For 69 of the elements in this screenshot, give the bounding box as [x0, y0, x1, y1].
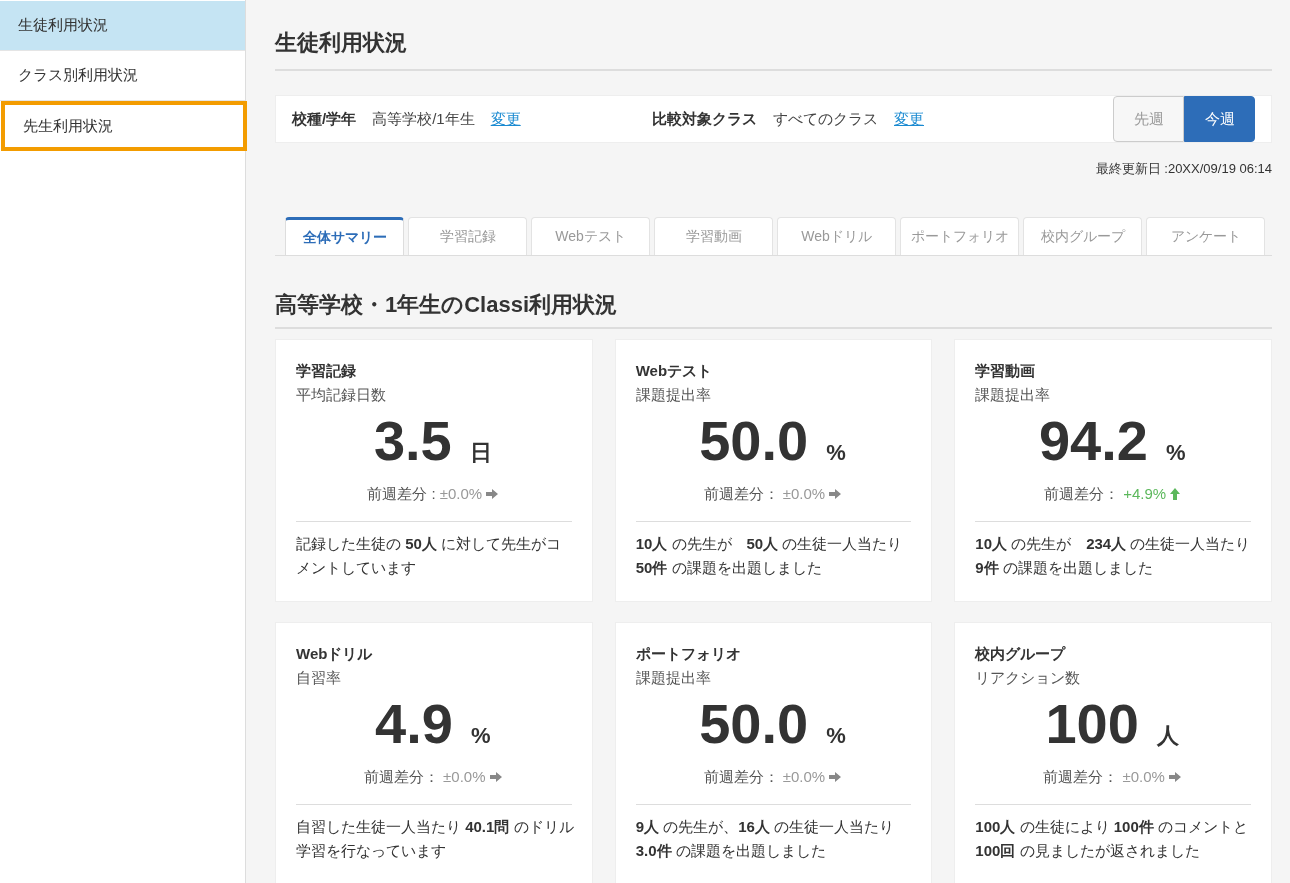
change-link[interactable]: 変更 — [894, 107, 924, 131]
tab[interactable]: Webドリル — [777, 216, 896, 255]
card-description: 10人 の先生が 50人 の生徒一人当たり 50件 の課題を出題しました — [635, 534, 904, 578]
metric-label: リアクション数 — [975, 668, 1082, 688]
right-arrow-icon — [489, 771, 502, 782]
card-description: 9人 の先生が、16人 の生徒一人当たり 3.0件 の課題を出題しました — [635, 817, 896, 861]
week-toggle-button[interactable]: 先週 — [1113, 96, 1184, 142]
diff-label: 前週差分： — [364, 766, 440, 787]
metric-value: 94.2 — [1038, 408, 1148, 473]
metric-value: 50.0 — [699, 691, 809, 756]
metric-unit: % — [826, 721, 846, 750]
diff-label: 前週差分： — [1043, 766, 1119, 787]
sidebar-item[interactable]: 先生利用状況 — [1, 101, 247, 151]
tab[interactable]: 学習記録 — [408, 216, 527, 255]
card-title: 校内グループ — [975, 643, 1067, 664]
tab[interactable]: ポートフォリオ — [900, 216, 1019, 255]
tab[interactable]: 学習動画 — [654, 216, 773, 255]
last-updated: 最終更新日 :20XX/09/19 06:14 — [1095, 160, 1272, 178]
card-description: 10人 の先生が 234人 の生徒一人当たり 9件 の課題を出題しました — [975, 534, 1252, 578]
diff-label: 前週差分 : — [367, 483, 436, 504]
metric-unit: 人 — [1156, 721, 1179, 750]
metric-value: 4.9 — [375, 691, 453, 756]
metric-unit: % — [826, 438, 846, 467]
card-title: 学習動画 — [975, 360, 1037, 381]
metric-unit: % — [470, 721, 491, 750]
tab[interactable]: アンケート — [1146, 216, 1265, 255]
filter-value: すべてのクラス — [773, 108, 878, 129]
tab[interactable]: Webテスト — [531, 216, 650, 255]
card-description: 自習した生徒一人当たり 40.1問 のドリル学習を行なっています — [296, 817, 575, 861]
week-toggle-button[interactable]: 今週 — [1184, 96, 1255, 142]
card-title: ポートフォリオ — [635, 643, 742, 664]
metric-label: 課題提出率 — [975, 385, 1052, 405]
diff-value: ±0.0% — [782, 483, 826, 504]
metric-label: 自習率 — [296, 668, 342, 688]
diff-value: ±0.0% — [1122, 766, 1165, 787]
right-arrow-icon — [486, 488, 499, 499]
right-arrow-icon — [829, 488, 842, 499]
diff-label: 前週差分： — [703, 766, 779, 787]
up-arrow-icon — [1170, 487, 1181, 500]
page-title: 生徒利用状況 — [275, 0, 1272, 71]
card-title: Webドリル — [296, 643, 374, 664]
diff-label: 前週差分： — [1044, 483, 1120, 504]
filter-label: 比較対象クラス — [652, 108, 757, 129]
card-description: 100人 の生徒により 100件 のコメントと 100回 の見ましたが返されました — [975, 817, 1249, 861]
filter-value: 高等学校/1年生 — [372, 108, 475, 129]
metric-value: 100 — [1045, 691, 1139, 756]
section-title: 高等学校・1年生のClassi利用状況 — [275, 287, 1272, 329]
card-title: 学習記録 — [296, 360, 357, 381]
diff-label: 前週差分： — [703, 483, 779, 504]
sidebar-item[interactable]: 生徒利用状況 — [0, 1, 245, 51]
metric-label: 課題提出率 — [635, 385, 712, 405]
tab[interactable]: 校内グループ — [1023, 216, 1142, 255]
filter-label: 校種/学年 — [292, 108, 357, 129]
tab[interactable]: 全体サマリー — [285, 216, 404, 255]
metric-unit: 日 — [469, 438, 492, 467]
right-arrow-icon — [829, 771, 842, 782]
diff-value: ±0.0% — [782, 766, 826, 787]
card-title: Webテスト — [635, 360, 714, 381]
change-link[interactable]: 変更 — [490, 107, 521, 131]
diff-value: +4.9% — [1123, 483, 1167, 504]
metric-label: 平均記録日数 — [296, 385, 387, 405]
right-arrow-icon — [1168, 771, 1181, 782]
diff-value: ±0.0% — [443, 766, 486, 787]
diff-value: ±0.0% — [439, 483, 483, 504]
metric-unit: % — [1165, 438, 1186, 467]
card-description: 記録した生徒の 50人 に対して先生がコメントしています — [296, 534, 563, 578]
metric-label: 課題提出率 — [635, 668, 712, 688]
metric-value: 3.5 — [373, 408, 452, 473]
metric-value: 50.0 — [699, 408, 809, 473]
